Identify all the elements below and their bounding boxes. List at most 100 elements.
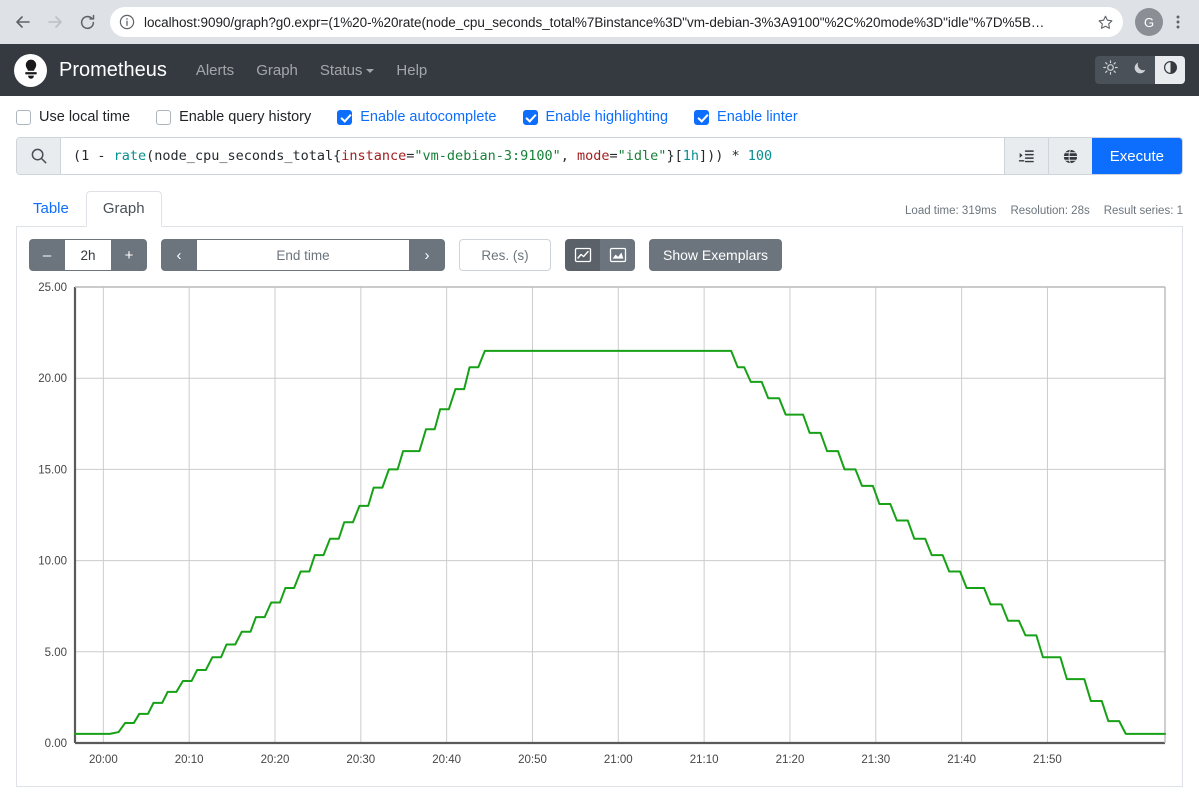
- query-bar: (1 - rate(node_cpu_seconds_total{instanc…: [16, 137, 1183, 175]
- x-axis-tick-label: 20:50: [518, 754, 547, 766]
- metrics-explorer-icon[interactable]: [1003, 138, 1048, 174]
- query-input[interactable]: (1 - rate(node_cpu_seconds_total{instanc…: [61, 138, 1004, 174]
- theme-auto-button[interactable]: [1155, 56, 1185, 84]
- chevron-down-icon: [366, 68, 375, 73]
- reload-icon: [78, 13, 97, 32]
- theme-dark-button[interactable]: [1125, 56, 1155, 84]
- nav-links: Alerts Graph Status Help: [185, 54, 438, 87]
- stat-result-series: Result series: 1: [1103, 205, 1183, 217]
- nav-link-graph[interactable]: Graph: [245, 54, 309, 87]
- show-exemplars-button[interactable]: Show Exemplars: [649, 239, 783, 271]
- range-input[interactable]: 2h: [65, 239, 111, 271]
- arrow-right-icon: [45, 12, 65, 32]
- query-token-9: =: [609, 148, 618, 164]
- option-enable-highlighting-label: Enable highlighting: [545, 109, 669, 125]
- resolution-input[interactable]: Res. (s): [459, 239, 551, 271]
- stat-load-time: Load time: 319ms: [905, 205, 997, 217]
- chart-type-group: [565, 239, 635, 271]
- y-axis-tick-label: 15.00: [38, 464, 67, 476]
- query-token-1: -: [97, 148, 114, 164]
- end-time-group: ‹ End time ›: [161, 239, 445, 271]
- query-token-2: rate: [113, 148, 147, 164]
- option-enable-highlighting[interactable]: Enable highlighting: [522, 109, 669, 125]
- graph-panel: – 2h + ‹ End time › Res. (s) Show Exempl…: [16, 227, 1183, 787]
- x-axis-tick-label: 20:20: [261, 754, 290, 766]
- query-token-6: "vm-debian-3:9100": [414, 148, 561, 164]
- url-text: localhost:9090/graph?g0.expr=(1%20-%20ra…: [144, 14, 1045, 30]
- checkbox-use-local-time[interactable]: [16, 109, 31, 125]
- x-axis-tick-label: 20:10: [175, 754, 204, 766]
- increase-range-button[interactable]: +: [111, 239, 147, 271]
- option-enable-linter-label: Enable linter: [717, 109, 798, 125]
- graph-controls: – 2h + ‹ End time › Res. (s) Show Exempl…: [29, 239, 1170, 271]
- option-enable-autocomplete-label: Enable autocomplete: [360, 109, 497, 125]
- query-token-14: 100: [747, 148, 773, 164]
- checkbox-enable-highlighting[interactable]: [522, 109, 538, 125]
- reload-button[interactable]: [72, 7, 102, 37]
- moon-icon: [1133, 60, 1148, 80]
- x-axis-tick-label: 21:40: [947, 754, 976, 766]
- nav-link-status[interactable]: Status: [309, 54, 386, 87]
- graph-chart[interactable]: 0.00 5.00 10.00 15.00 20.00 25.00 20:00 20:10 20…: [29, 281, 1170, 781]
- stat-resolution: Resolution: 28s: [1010, 205, 1090, 217]
- nav-link-alerts[interactable]: Alerts: [185, 54, 245, 87]
- execute-button[interactable]: Execute: [1091, 138, 1182, 174]
- prometheus-logo-icon[interactable]: [14, 53, 47, 87]
- forward-button[interactable]: [40, 7, 70, 37]
- star-icon[interactable]: [1093, 10, 1117, 34]
- end-time-input[interactable]: End time: [197, 239, 409, 271]
- half-circle-icon: [1163, 60, 1178, 80]
- theme-light-button[interactable]: [1095, 56, 1125, 84]
- result-tabs: Table Graph Load time: 319ms Resolution:…: [16, 189, 1183, 227]
- nav-link-graph-label: Graph: [256, 61, 298, 79]
- x-axis-tick-label: 21:50: [1033, 754, 1062, 766]
- query-token-7: ,: [560, 148, 577, 164]
- query-token-11: }[: [666, 148, 683, 164]
- time-series-chart[interactable]: 0.00 5.00 10.00 15.00 20.00 25.00 20:00 20:10 20…: [29, 281, 1169, 781]
- decrease-range-button[interactable]: –: [29, 239, 65, 271]
- option-enable-query-history[interactable]: Enable query history: [156, 109, 311, 125]
- query-token-3: (node_cpu_seconds_total{: [146, 148, 342, 164]
- query-stats: Load time: 319ms Resolution: 28s Result …: [905, 205, 1183, 217]
- query-token-8: mode: [577, 148, 610, 164]
- theme-toggle-group: [1095, 56, 1185, 84]
- globe-icon[interactable]: [1047, 138, 1092, 174]
- checkbox-enable-query-history[interactable]: [156, 109, 172, 125]
- nav-link-status-label: Status: [319, 61, 363, 79]
- nav-link-help[interactable]: Help: [385, 54, 438, 87]
- x-axis-tick-label: 21:00: [604, 754, 633, 766]
- kebab-menu-icon[interactable]: [1165, 7, 1191, 37]
- checkbox-enable-autocomplete[interactable]: [337, 109, 353, 125]
- search-icon[interactable]: [17, 138, 61, 174]
- y-axis-tick-label: 20.00: [38, 373, 67, 385]
- tab-graph[interactable]: Graph: [85, 191, 162, 227]
- y-axis-tick-label: 5.00: [45, 647, 67, 659]
- option-enable-autocomplete[interactable]: Enable autocomplete: [337, 109, 497, 125]
- next-time-button[interactable]: ›: [409, 239, 445, 271]
- back-button[interactable]: [8, 7, 38, 37]
- x-axis-tick-label: 20:00: [89, 754, 118, 766]
- option-use-local-time-label: Use local time: [39, 109, 131, 125]
- option-enable-linter[interactable]: Enable linter: [694, 109, 798, 125]
- x-axis-tick-label: 20:30: [346, 754, 375, 766]
- query-token-13: ])) *: [698, 148, 748, 164]
- tab-table[interactable]: Table: [16, 191, 86, 227]
- option-use-local-time[interactable]: Use local time: [16, 109, 130, 125]
- y-axis-tick-label: 0.00: [45, 738, 67, 750]
- address-bar[interactable]: localhost:9090/graph?g0.expr=(1%20-%20ra…: [110, 7, 1123, 37]
- site-info-icon[interactable]: [114, 9, 140, 35]
- previous-time-button[interactable]: ‹: [161, 239, 197, 271]
- query-options-row: Use local time Enable query history Enab…: [0, 96, 1199, 137]
- y-axis-tick-label: 25.00: [38, 282, 67, 294]
- option-enable-query-history-label: Enable query history: [179, 109, 312, 125]
- y-axis-tick-label: 10.00: [38, 556, 67, 568]
- checkbox-enable-linter[interactable]: [694, 109, 710, 125]
- line-chart-icon[interactable]: [565, 239, 600, 271]
- sun-icon: [1102, 60, 1118, 80]
- query-token-4: instance: [341, 148, 407, 164]
- chart-plot-background: [75, 287, 1165, 743]
- avatar[interactable]: G: [1135, 8, 1163, 36]
- query-token-10: "idle": [617, 148, 667, 164]
- stacked-chart-icon[interactable]: [600, 239, 635, 271]
- x-axis-tick-label: 21:30: [861, 754, 890, 766]
